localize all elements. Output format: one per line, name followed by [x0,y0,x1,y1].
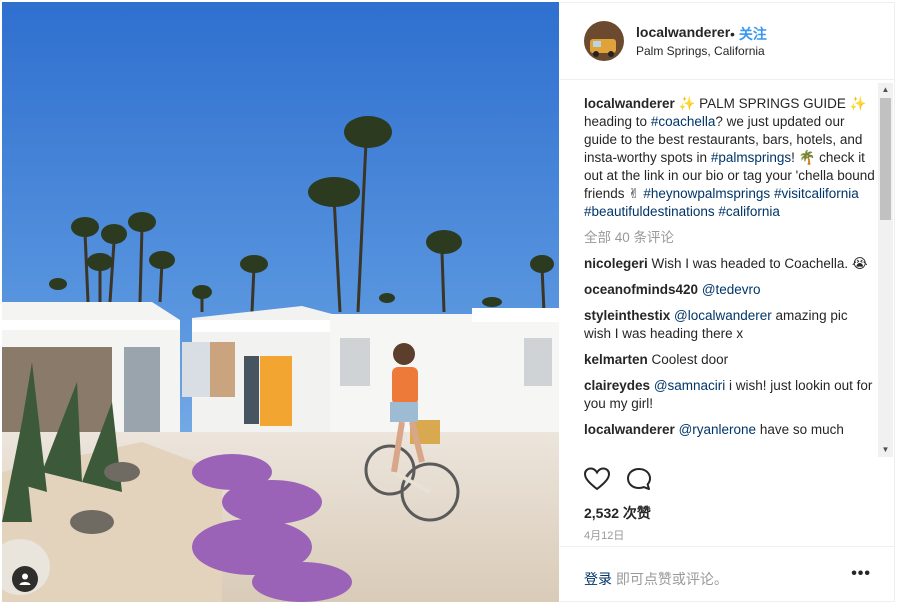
hashtag-link[interactable]: #visitcalifornia [774,186,859,201]
login-prompt: 登录 即可点赞或评论。 [584,569,728,589]
scroll-down-arrow-icon[interactable]: ▼ [878,443,893,457]
post-sidebar: localwanderer • 关注 Palm Springs, Californ… [560,2,895,602]
comment-icon [627,468,651,490]
comment-item: claireydes @samnaciri i wish! just looki… [584,377,876,413]
heart-icon [583,467,611,491]
mention-link[interactable]: @ryanlerone [679,422,757,437]
mention-link[interactable]: @tedevro [702,282,761,297]
hashtag-link[interactable]: #coachella [651,114,716,129]
like-button[interactable] [583,467,611,493]
avatar[interactable] [584,21,624,61]
scroll-thumb[interactable] [880,98,891,220]
mention-link[interactable]: @samnaciri [654,378,725,393]
login-prompt-text: 即可点赞或评论。 [612,571,728,587]
follow-group: • 关注 [730,24,767,44]
mention-link[interactable]: @localwanderer [674,308,772,323]
comment-username[interactable]: oceanofminds420 [584,282,698,297]
comment-footer: 登录 即可点赞或评论。 ••• [560,546,895,603]
comment-text: have so much [756,422,844,437]
more-options-icon[interactable]: ••• [851,565,871,583]
comment-text: Coolest door [647,352,729,367]
comment-username[interactable]: localwanderer [584,422,675,437]
post-photo[interactable] [2,2,559,602]
comment-item: localwanderer @ryanlerone have so much [584,421,876,439]
hashtag-link[interactable]: #beautifuldestinations [584,204,715,219]
comment-item: oceanofminds420 @tedevro [584,281,876,299]
caption-username[interactable]: localwanderer [584,96,675,111]
comment-item: styleinthestix @localwanderer amazing pi… [584,307,876,343]
action-bar [583,467,652,493]
post-header: localwanderer • 关注 Palm Springs, Californ… [560,3,895,80]
comment-item: kelmarten Coolest door [584,351,876,369]
follow-button[interactable]: 关注 [739,26,767,42]
hashtag-link[interactable]: #heynowpalmsprings [643,186,770,201]
scroll-up-arrow-icon[interactable]: ▲ [878,83,893,97]
hashtag-link[interactable]: #california [718,204,780,219]
comment-item: nicolegeri Wish I was headed to Coachell… [584,255,876,273]
header-username[interactable]: localwanderer [636,24,730,40]
comments-list[interactable]: localwanderer ✨ PALM SPRINGS GUIDE ✨ hea… [584,95,876,457]
comment-button[interactable] [626,467,652,493]
photo-illustration [2,2,559,602]
caption: localwanderer ✨ PALM SPRINGS GUIDE ✨ hea… [584,95,876,221]
avatar-image [584,21,624,61]
comment-username[interactable]: kelmarten [584,352,648,367]
person-tag-icon [19,573,31,585]
hashtag-link[interactable]: #palmsprings [711,150,791,165]
load-more-comments[interactable]: 全部 40 条评论 [584,229,876,247]
comment-text: Wish I was headed to Coachella. 😭 [647,256,868,271]
comment-username[interactable]: claireydes [584,378,650,393]
comments-scrollbar[interactable]: ▲ ▼ [878,83,893,457]
like-count[interactable]: 2,532 次赞 [584,503,651,523]
post-date: 4月12日 [584,530,625,542]
comment-username[interactable]: nicolegeri [584,256,648,271]
tagged-people-button[interactable] [12,566,38,592]
comment-username[interactable]: styleinthestix [584,308,670,323]
separator-dot: • [730,26,735,42]
login-link[interactable]: 登录 [584,571,612,587]
location-link[interactable]: Palm Springs, California [636,44,765,58]
